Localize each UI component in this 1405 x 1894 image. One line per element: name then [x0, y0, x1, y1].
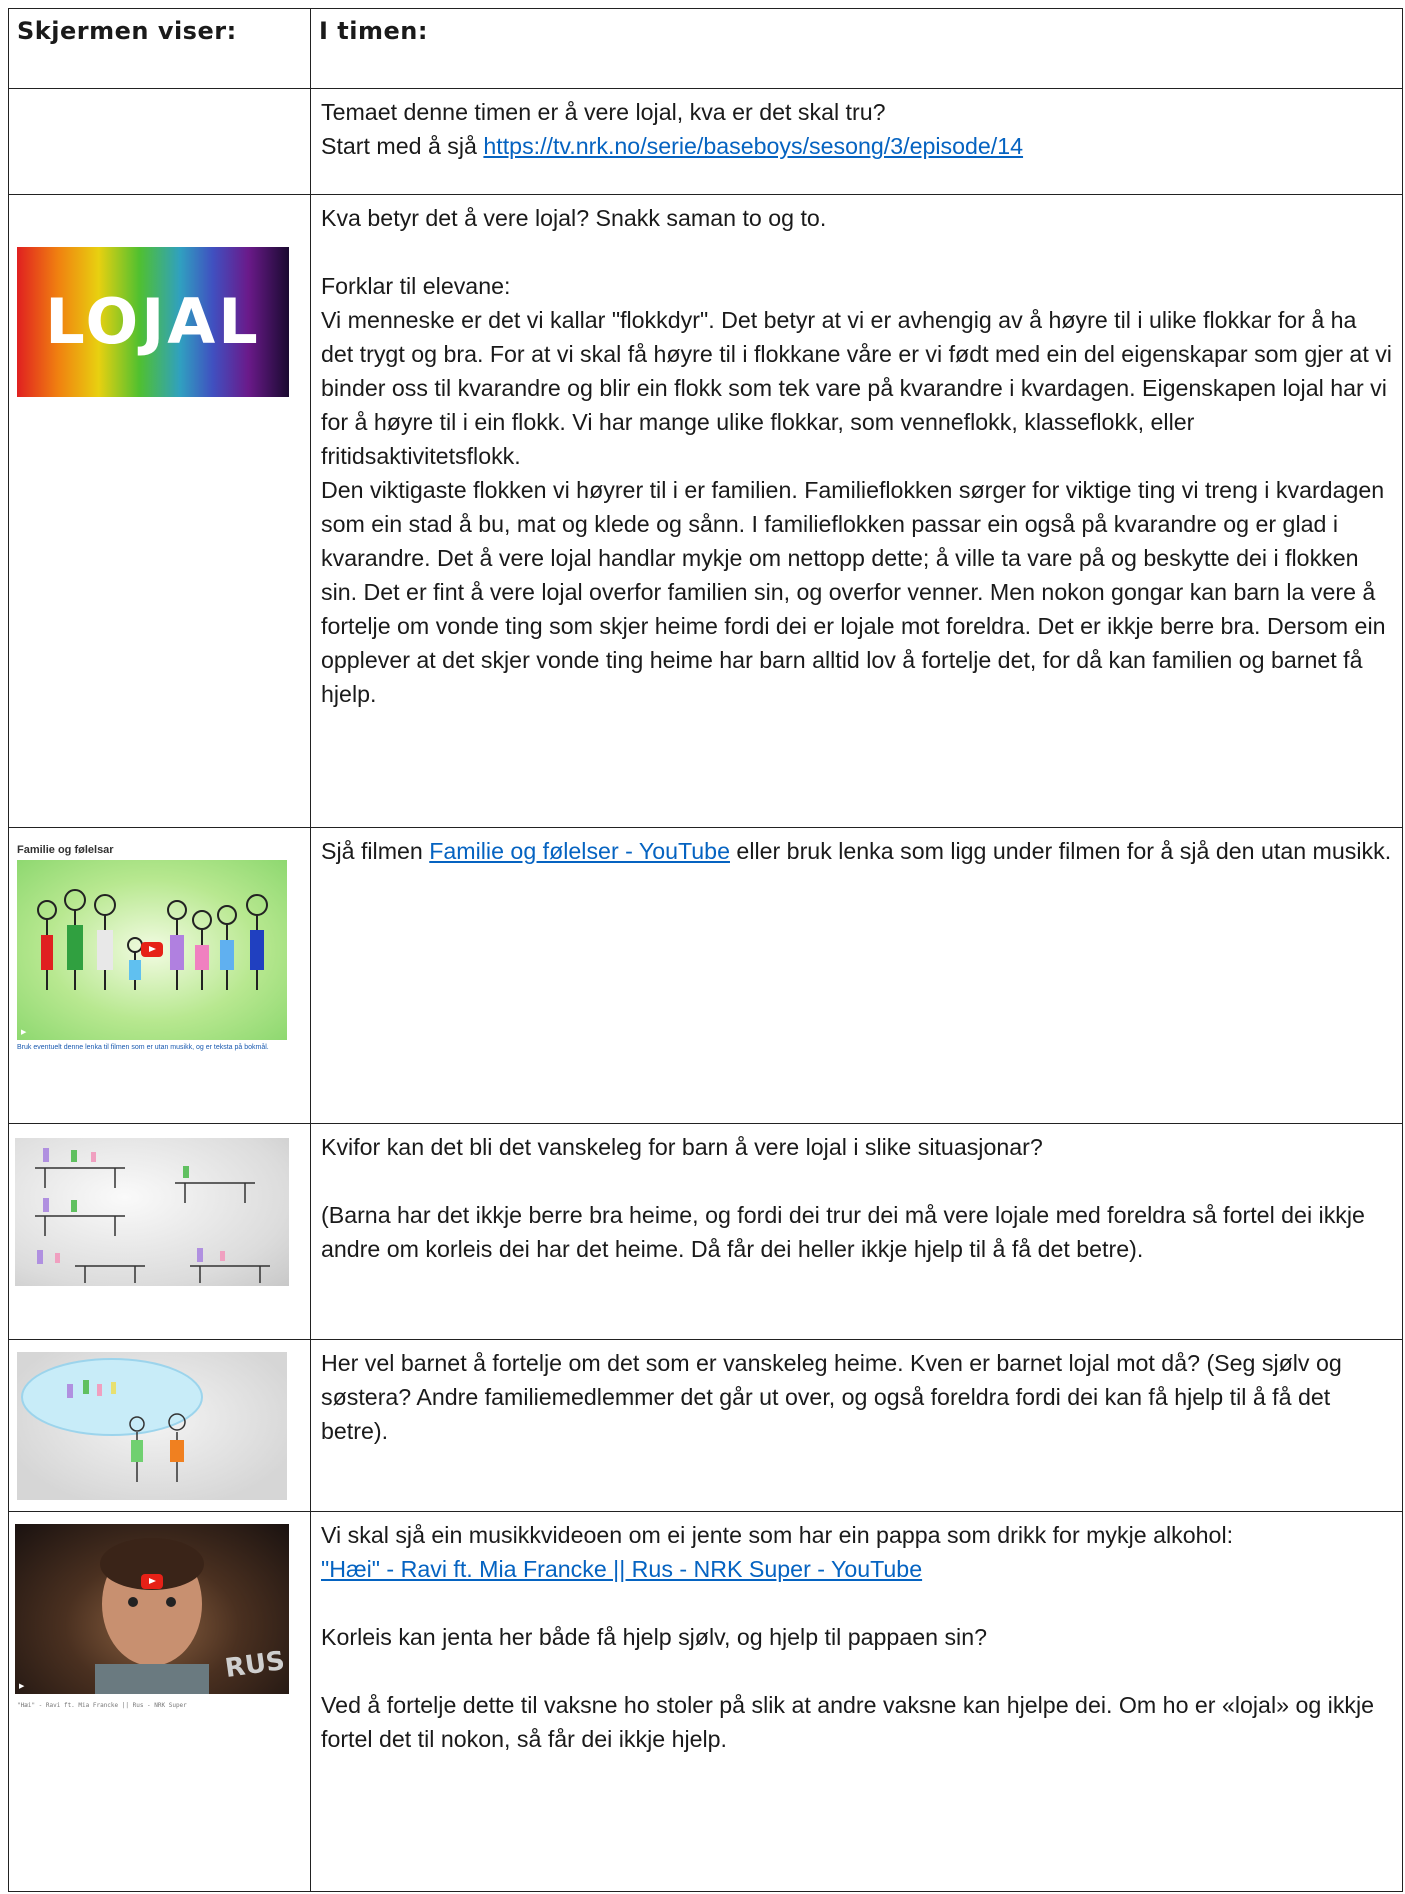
header-row: Skjermen viser: I timen:: [8, 8, 1403, 89]
lojal-paragraph-2: Den viktigaste flokken vi høyrer til i e…: [321, 477, 1386, 707]
row-film-text-cell: Sjå filmen Familie og følelser - YouTube…: [310, 827, 1403, 1124]
theme-start: Start med å sjå https://tv.nrk.no/serie/…: [321, 133, 1024, 159]
lesson-table: Skjermen viser: I timen: Temaet denne ti…: [8, 8, 1403, 1892]
youtube-play-icon: [141, 1574, 163, 1589]
family-video-thumbnail[interactable]: Familie og følelsar ▶ Bruk eventuelt den…: [15, 842, 289, 1062]
row-tell-image-cell: [8, 1339, 311, 1512]
row-lojal-image-cell: LOJAL: [8, 194, 311, 828]
cartoon-figures-icon: [35, 1148, 270, 1283]
row-difficult-text-cell: Kvifor kan det bli det vanskeleg for bar…: [310, 1123, 1403, 1340]
lojal-image: LOJAL: [17, 247, 289, 397]
header-col1: Skjermen viser:: [8, 8, 311, 89]
row-theme: Temaet denne timen er å vere lojal, kva …: [8, 88, 1403, 195]
youtube-play-icon: [141, 942, 163, 957]
row-film-image-cell: Familie og følelsar ▶ Bruk eventuelt den…: [8, 827, 311, 1124]
thought-bubble-icon: [21, 1358, 203, 1482]
haei-caption: "Hæi" - Ravi ft. Mia Francke || Rus - NR…: [17, 1702, 187, 1709]
row-haei: RUS ▶ "Hæi" - Ravi ft. Mia Francke || Ru…: [8, 1511, 1403, 1892]
baseboys-link[interactable]: https://tv.nrk.no/serie/baseboys/sesong/…: [483, 133, 1023, 159]
row-haei-text-cell: Vi skal sjå ein musikkvideoen om ei jent…: [310, 1511, 1403, 1892]
page: Skjermen viser: I timen: Temaet denne ti…: [0, 0, 1405, 1894]
haei-video-link[interactable]: "Hæi" - Ravi ft. Mia Francke || Rus - NR…: [321, 1556, 922, 1582]
header-col2: I timen:: [310, 8, 1403, 89]
row-theme-image-cell: [8, 88, 311, 195]
row-haei-image-cell: RUS ▶ "Hæi" - Ravi ft. Mia Francke || Ru…: [8, 1511, 311, 1892]
film-instruction: Sjå filmen Familie og følelser - YouTube…: [321, 838, 1392, 864]
cartoon-scenes-image: [15, 1138, 289, 1286]
row-lojal-text-cell: Kva betyr det å vere lojal? Snakk saman …: [310, 194, 1403, 828]
row-tell-text-cell: Her vel barnet å fortelje om det som er …: [310, 1339, 1403, 1512]
row-theme-text-cell: Temaet denne timen er å vere lojal, kva …: [310, 88, 1403, 195]
row-difficult-image-cell: [8, 1123, 311, 1340]
haei-question: Korleis kan jenta her både få hjelp sjøl…: [321, 1624, 987, 1650]
difficult-question: Kvifor kan det bli det vanskeleg for bar…: [321, 1134, 1043, 1160]
haei-video-thumbnail[interactable]: RUS ▶: [15, 1524, 289, 1694]
child-telling-image: [17, 1352, 287, 1500]
lojal-paragraph-1: Vi menneske er det vi kallar "flokkdyr".…: [321, 307, 1392, 469]
difficult-answer: (Barna har det ikkje berre bra heime, og…: [321, 1202, 1365, 1262]
lojal-question: Kva betyr det å vere lojal? Snakk saman …: [321, 205, 827, 231]
theme-line: Temaet denne timen er å vere lojal, kva …: [321, 99, 886, 125]
row-tell: Her vel barnet å fortelje om det som er …: [8, 1339, 1403, 1512]
family-video-link[interactable]: Familie og følelser - YouTube: [429, 838, 730, 864]
haei-link-line: "Hæi" - Ravi ft. Mia Francke || Rus - NR…: [321, 1552, 1394, 1586]
family-scene: ▶: [17, 860, 287, 1040]
haei-answer: Ved å fortelje dette til vaksne ho stole…: [321, 1692, 1375, 1752]
row-film: Familie og følelsar ▶ Bruk eventuelt den…: [8, 827, 1403, 1124]
row-difficult: Kvifor kan det bli det vanskeleg for bar…: [8, 1123, 1403, 1340]
haei-intro: Vi skal sjå ein musikkvideoen om ei jent…: [321, 1522, 1234, 1548]
tell-text: Her vel barnet å fortelje om det som er …: [321, 1350, 1342, 1444]
family-alt-link[interactable]: Bruk eventuelt denne lenka til filmen so…: [17, 1044, 269, 1051]
row-lojal: LOJAL Kva betyr det å vere lojal? Snakk …: [8, 194, 1403, 828]
lojal-intro: Forklar til elevane:: [321, 273, 511, 299]
